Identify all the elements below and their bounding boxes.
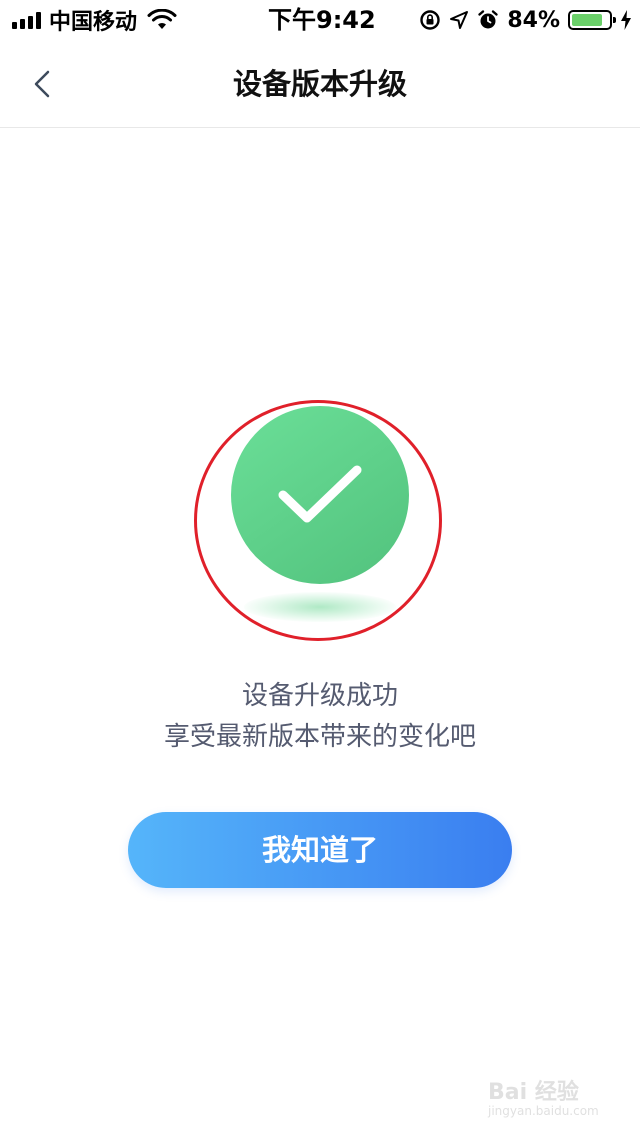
success-title: 设备升级成功 xyxy=(241,681,398,711)
status-time: 下午9:42 xyxy=(268,6,376,34)
confirm-button[interactable]: 我知道了 xyxy=(128,812,512,888)
watermark-text: Bai 经验 xyxy=(488,1080,579,1105)
watermark-url: jingyan.baidu.com xyxy=(488,1104,599,1118)
chevron-left-icon[interactable] xyxy=(32,69,52,99)
nav-bar: 设备版本升级 xyxy=(0,40,640,128)
signal-icon xyxy=(12,11,41,29)
carrier-label: 中国移动 xyxy=(49,10,138,35)
location-icon xyxy=(450,11,469,29)
watermark: Bai 经验 jingyan.baidu.com xyxy=(488,1068,606,1120)
wifi-icon xyxy=(147,9,177,29)
page-title: 设备版本升级 xyxy=(232,67,407,101)
charging-icon xyxy=(621,10,631,30)
status-right: 84% xyxy=(419,6,632,34)
status-bar: 中国移动 下午9:42 84% xyxy=(0,0,640,40)
battery-nub xyxy=(613,17,616,23)
alarm-icon xyxy=(478,10,499,29)
success-subtitle: 享受最新版本带来的变化吧 xyxy=(163,722,476,752)
battery-fill xyxy=(572,14,603,26)
battery-percent: 84% xyxy=(507,7,560,33)
status-left: 中国移动 xyxy=(12,6,177,35)
success-illustration xyxy=(194,400,446,645)
orientation-lock-icon xyxy=(420,10,441,30)
highlight-ring xyxy=(194,400,442,641)
battery-icon xyxy=(568,10,616,30)
back-button[interactable] xyxy=(20,62,64,106)
